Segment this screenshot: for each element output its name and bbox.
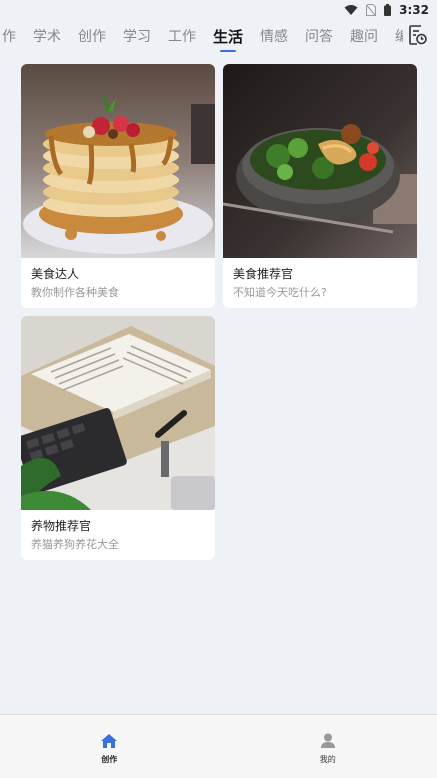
nav-item-mine[interactable]: 我的: [219, 715, 437, 778]
tabs-scroll[interactable]: 作 学术 创作 学习 工作 生活 情感 问答 趣问 编程: [0, 22, 403, 52]
card-title: 养物推荐官: [31, 519, 92, 533]
tab-study[interactable]: 学习: [123, 22, 151, 52]
desk-book-image: [21, 316, 215, 510]
nav-label: 我的: [319, 755, 336, 764]
tab-creation[interactable]: 创作: [78, 22, 106, 52]
tab-programming[interactable]: 编程: [395, 22, 403, 52]
bottom-navigation: 创作 我的: [0, 714, 437, 778]
tab-life[interactable]: 生活: [213, 22, 243, 52]
tab-work[interactable]: 工作: [168, 22, 196, 52]
nav-item-create[interactable]: 创作: [0, 715, 219, 778]
battery-icon: [384, 4, 392, 16]
card-description: 教你制作各种美食: [31, 286, 119, 299]
pancakes-image: [21, 64, 215, 258]
card-pet-plant-recommender[interactable]: 养物推荐官 养猫养狗养花大全: [21, 316, 215, 560]
history-button[interactable]: [403, 22, 433, 52]
history-icon: [409, 25, 427, 49]
nav-label: 创作: [101, 755, 118, 764]
salad-bowl-image: [223, 64, 417, 258]
card-title: 美食达人: [31, 267, 80, 281]
assistant-grid: 美食达人 教你制作各种美食 美食推荐官 不知道今天吃什么? 养物推荐官 养猫养狗…: [21, 64, 417, 560]
status-bar: 3:32: [0, 0, 437, 20]
card-food-expert[interactable]: 美食达人 教你制作各种美食: [21, 64, 215, 308]
tab-academic[interactable]: 学术: [33, 22, 61, 52]
card-title: 美食推荐官: [233, 267, 294, 281]
home-icon: [101, 733, 118, 752]
no-sim-icon: [366, 4, 377, 16]
card-description: 不知道今天吃什么?: [233, 286, 327, 299]
category-tabs: 作 学术 创作 学习 工作 生活 情感 问答 趣问 编程: [0, 22, 437, 52]
tab-partial[interactable]: 作: [2, 22, 16, 52]
tab-fun-questions[interactable]: 趣问: [350, 22, 378, 52]
tab-emotion[interactable]: 情感: [260, 22, 288, 52]
tab-qa[interactable]: 问答: [305, 22, 333, 52]
status-time: 3:32: [399, 3, 429, 17]
wifi-icon: [344, 4, 358, 16]
card-food-recommender[interactable]: 美食推荐官 不知道今天吃什么?: [223, 64, 417, 308]
user-icon: [320, 733, 335, 752]
card-description: 养猫养狗养花大全: [31, 538, 119, 551]
